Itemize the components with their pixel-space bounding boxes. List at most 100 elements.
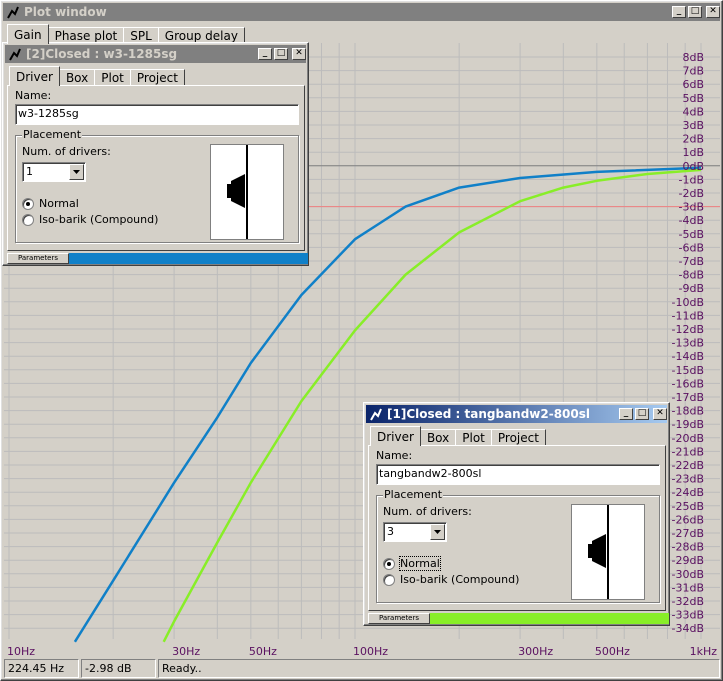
y-tick-label: -7dB: [679, 255, 705, 268]
y-tick-label: -13dB: [672, 337, 705, 350]
radio-button[interactable]: [383, 557, 395, 570]
y-tick-label: -24dB: [672, 486, 705, 499]
tab-plot[interactable]: Plot: [455, 429, 492, 445]
plot-window-title: Plot window: [24, 5, 107, 19]
y-tick-label: 8dB: [682, 51, 704, 64]
tab-project[interactable]: Project: [490, 429, 546, 445]
y-tick-label: -25dB: [672, 500, 705, 513]
tab-driver[interactable]: Driver: [9, 66, 60, 86]
tab-plot[interactable]: Plot: [94, 69, 131, 85]
y-tick-label: -9dB: [679, 282, 705, 295]
driver-window-2-titlebar[interactable]: [2]Closed : w3-1285sg _ □ ✕: [5, 45, 306, 63]
placement-label: Placement: [22, 128, 83, 141]
y-tick-label: -27dB: [672, 527, 705, 540]
parameters-label[interactable]: Parameters: [368, 613, 430, 624]
close-button[interactable]: ✕: [706, 6, 720, 18]
y-tick-label: -30dB: [672, 568, 705, 581]
driver-panel: Name: tangbandw2-800sl Placement Num. of…: [368, 445, 666, 611]
y-tick-label: -5dB: [679, 228, 705, 241]
tab-box[interactable]: Box: [58, 69, 96, 85]
y-tick-label: -11dB: [672, 309, 705, 322]
plot-window-titlebar[interactable]: Plot window _ □ ✕: [3, 3, 720, 21]
y-tick-label: -14dB: [672, 350, 705, 363]
minimize-button[interactable]: _: [619, 408, 633, 420]
y-tick-label: -33dB: [672, 609, 705, 622]
y-tick-label: -21dB: [672, 445, 705, 458]
placement-group: Placement Num. of drivers: 1 Normal Iso-…: [15, 128, 299, 243]
radio-isobarik-label: Iso-barik (Compound): [400, 573, 520, 586]
num-drivers-value: 1: [26, 165, 33, 178]
driver-window-2: [2]Closed : w3-1285sg _ □ ✕ Driver Box P…: [2, 42, 309, 266]
close-button[interactable]: ✕: [653, 408, 667, 420]
driver-tabs: Driver Box Plot Project: [370, 426, 546, 446]
num-drivers-value: 3: [387, 525, 394, 538]
tab-group-delay[interactable]: Group delay: [157, 27, 245, 43]
tab-phase-plot[interactable]: Phase plot: [47, 27, 125, 43]
speaker-diagram: [571, 504, 645, 600]
y-tick-label: -18dB: [672, 405, 705, 418]
driver-window-1: [1]Closed : tangbandw2-800sl _ □ ✕ Drive…: [363, 402, 670, 626]
y-tick-label: -29dB: [672, 554, 705, 567]
parameters-bar: Parameters: [7, 253, 308, 264]
driver-name-field[interactable]: w3-1285sg: [15, 104, 299, 125]
close-button[interactable]: ✕: [292, 48, 306, 60]
maximize-button[interactable]: □: [688, 6, 702, 18]
chevron-down-icon[interactable]: [430, 524, 445, 540]
driver-window-1-titlebar[interactable]: [1]Closed : tangbandw2-800sl _ □ ✕: [366, 405, 667, 423]
parameters-progress: [69, 253, 308, 264]
tab-spl[interactable]: SPL: [123, 27, 159, 43]
y-tick-label: 5dB: [682, 92, 704, 105]
radio-normal[interactable]: Normal: [22, 197, 79, 210]
speaker-diagram: [210, 144, 284, 240]
radio-isobarik[interactable]: Iso-barik (Compound): [22, 213, 158, 226]
driver-name-field[interactable]: tangbandw2-800sl: [376, 464, 660, 485]
parameters-label[interactable]: Parameters: [7, 253, 69, 264]
y-tick-label: -16dB: [672, 377, 705, 390]
num-drivers-label: Num. of drivers:: [383, 505, 472, 518]
x-tick-label: 30Hz: [172, 645, 200, 658]
num-drivers-label: Num. of drivers:: [22, 145, 111, 158]
tab-box[interactable]: Box: [419, 429, 457, 445]
placement-group: Placement Num. of drivers: 3 Normal Iso-…: [376, 488, 660, 603]
y-tick-label: 0dB: [682, 160, 704, 173]
minimize-button[interactable]: _: [258, 48, 272, 60]
y-tick-label: -8dB: [679, 269, 705, 282]
radio-isobarik-label: Iso-barik (Compound): [39, 213, 159, 226]
radio-normal-label: Normal: [399, 556, 441, 571]
x-tick-label: 100Hz: [353, 645, 388, 658]
minimize-button[interactable]: _: [672, 6, 686, 18]
x-tick-label: 10Hz: [7, 645, 35, 658]
x-tick-label: 50Hz: [249, 645, 277, 658]
x-tick-label: 300Hz: [518, 645, 553, 658]
radio-normal[interactable]: Normal: [383, 556, 441, 571]
y-tick-label: -2dB: [679, 187, 705, 200]
radio-normal-label: Normal: [39, 197, 79, 210]
maximize-button[interactable]: □: [274, 48, 288, 60]
y-tick-label: -19dB: [672, 418, 705, 431]
parameters-progress: [430, 613, 669, 624]
tab-project[interactable]: Project: [129, 69, 185, 85]
driver-tabs: Driver Box Plot Project: [9, 66, 185, 86]
num-drivers-select[interactable]: 3: [383, 522, 447, 542]
x-tick-label: 500Hz: [595, 645, 630, 658]
y-tick-label: -28dB: [672, 541, 705, 554]
y-tick-label: -15dB: [672, 364, 705, 377]
y-tick-label: 4dB: [682, 105, 704, 118]
chevron-down-icon[interactable]: [69, 164, 84, 180]
tab-gain[interactable]: Gain: [7, 24, 49, 44]
y-tick-label: -6dB: [679, 241, 705, 254]
placement-label: Placement: [383, 488, 444, 501]
radio-button[interactable]: [22, 197, 34, 210]
app-icon: [368, 406, 384, 422]
radio-isobarik[interactable]: Iso-barik (Compound): [383, 573, 519, 586]
radio-button[interactable]: [383, 573, 395, 586]
maximize-button[interactable]: □: [635, 408, 649, 420]
y-tick-label: -32dB: [672, 595, 705, 608]
tab-driver[interactable]: Driver: [370, 426, 421, 446]
y-tick-label: -23dB: [672, 473, 705, 486]
y-tick-label: -34dB: [672, 622, 705, 635]
radio-button[interactable]: [22, 213, 34, 226]
driver-window-2-title: [2]Closed : w3-1285sg: [26, 47, 178, 61]
num-drivers-select[interactable]: 1: [22, 162, 86, 182]
y-tick-label: 7dB: [682, 65, 704, 78]
